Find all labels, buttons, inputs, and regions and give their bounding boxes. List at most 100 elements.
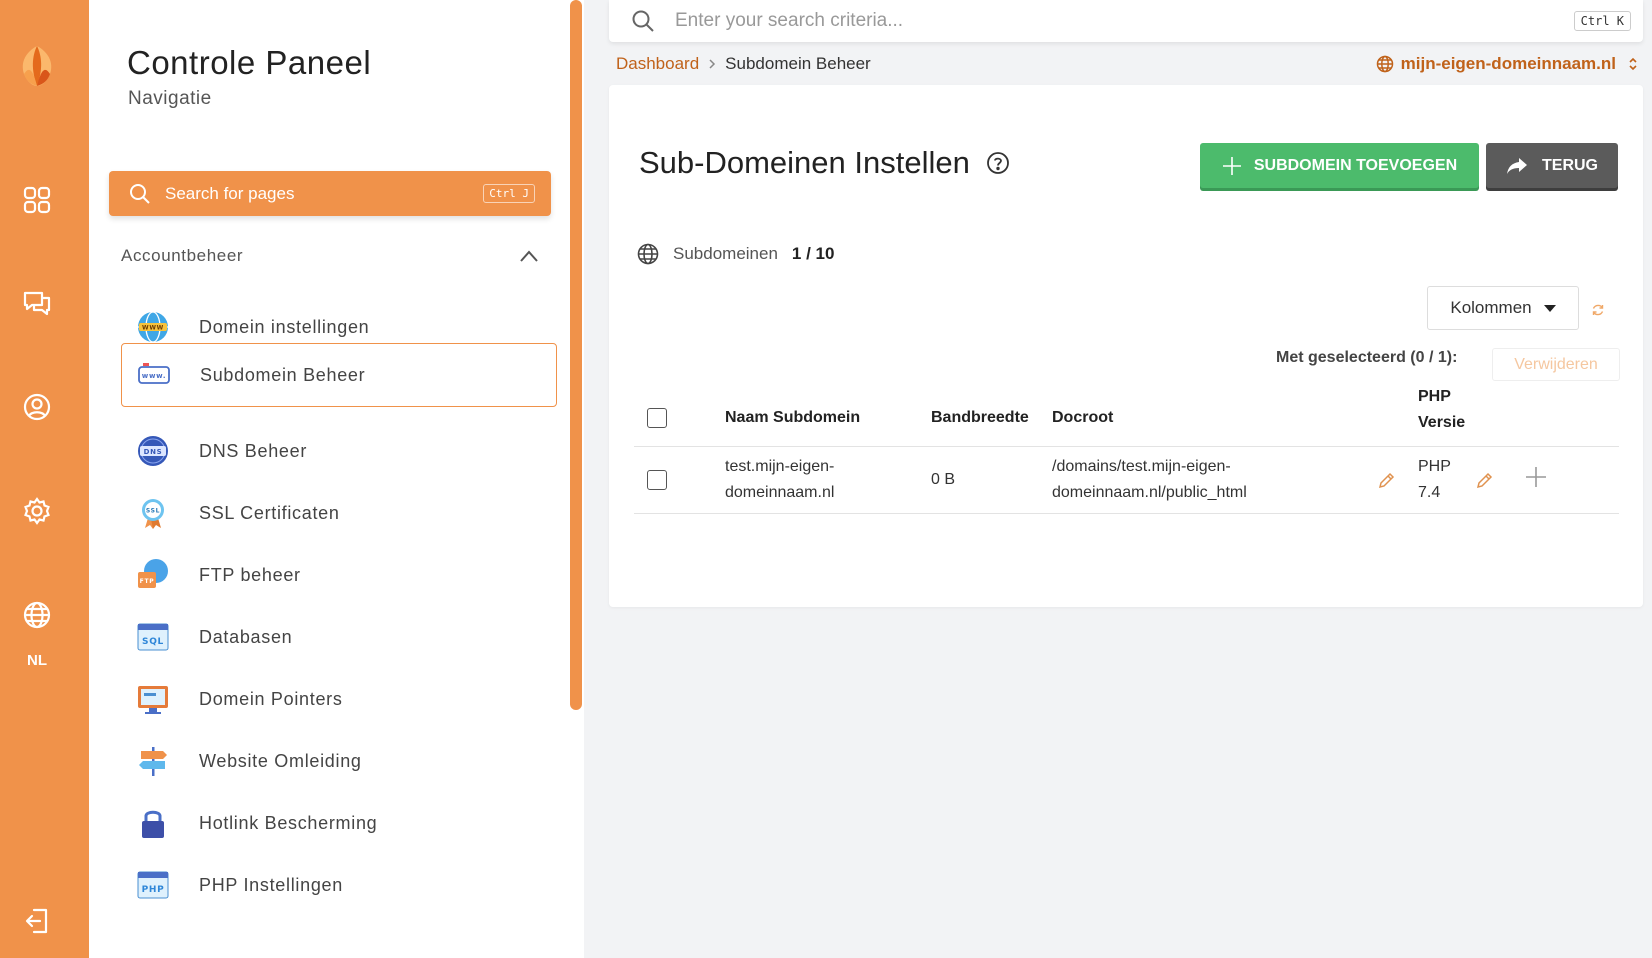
page-search-shortcut: Ctrl J [483,184,535,203]
nav-scrollbar[interactable] [570,0,582,710]
back-button[interactable]: TERUG [1486,143,1618,188]
breadcrumb: Dashboard Subdomein Beheer [616,54,871,74]
page-search-input[interactable]: Search for pages Ctrl J [109,171,551,216]
edit-docroot-pencil-icon[interactable] [1377,472,1395,490]
global-search-placeholder: Enter your search criteria... [675,10,904,31]
svg-text:www.: www. [142,372,166,380]
breadcrumb-current: Subdomein Beheer [725,54,871,73]
row-checkbox[interactable] [647,470,667,490]
row-plus-icon[interactable] [1525,466,1547,488]
updown-chevron-icon [1629,57,1637,71]
nav-item-label: Website Omleiding [199,750,362,771]
nav-item-php-instellingen[interactable]: PHP PHP Instellingen [121,852,557,918]
chevron-right-icon [709,59,716,69]
page-search-placeholder: Search for pages [165,183,295,203]
svg-text:SSL: SSL [146,508,160,515]
back-label: TERUG [1542,156,1598,174]
delete-button[interactable]: Verwijderen [1492,348,1620,381]
domain-selector-value: mijn-eigen-domeinnaam.nl [1400,54,1616,73]
row-php-version-line1: PHP [1418,458,1451,475]
select-all-checkbox[interactable] [647,408,667,428]
page-title: Sub-Domeinen Instellen [639,145,970,180]
nav-item-subdomein-beheer[interactable]: www. Subdomein Beheer [121,343,557,407]
nav-title: Controle Paneel [127,44,372,81]
global-search-input[interactable]: Enter your search criteria... Ctrl K [609,0,1643,42]
domain-selector[interactable]: mijn-eigen-domeinnaam.nl [1376,54,1638,74]
svg-text:WWW: WWW [142,325,164,332]
dashboard-icon[interactable] [22,185,52,215]
col-php-header-line1: PHP [1418,388,1451,405]
count-value: 1 / 10 [791,244,835,263]
selected-label: Met geselecteerd (0 / 1): [1276,349,1458,366]
nav-item-label: Domein instellingen [199,316,370,337]
plus-icon [1222,156,1241,175]
columns-dropdown[interactable]: Kolommen [1427,286,1579,330]
caret-down-icon [1543,304,1556,312]
nav-item-domein-pointers[interactable]: Domein Pointers [121,666,557,732]
language-label[interactable]: NL [0,652,74,669]
global-search-shortcut: Ctrl K [1573,11,1631,31]
nav-item-dns-beheer[interactable]: DNS DNS Beheer [121,418,557,484]
nav-item-label: Hotlink Bescherming [199,812,378,833]
lock-icon [142,810,164,838]
ftp-icon: FTP [138,559,168,588]
col-php-header-line2: Versie [1418,414,1466,431]
nav-item-hotlink-bescherming[interactable]: Hotlink Bescherming [121,790,557,856]
nav-item-label: Databasen [199,626,293,647]
add-subdomain-button[interactable]: SUBDOMEIN TOEVOEGEN [1200,143,1479,188]
col-bandwidth-header[interactable]: Bandbreedte [931,409,1029,427]
nav-item-label: Subdomein Beheer [200,364,366,385]
col-php-header[interactable]: PHP Versie [1418,384,1465,436]
add-subdomain-label: SUBDOMEIN TOEVOEGEN [1253,156,1458,174]
logout-icon[interactable] [22,906,52,936]
row-docroot-line1: /domains/test.mijn-eigen- [1052,458,1231,475]
section-accountbeheer[interactable]: Accountbeheer [121,246,539,266]
user-icon[interactable] [22,392,52,422]
row-php-version-line2: 7.4 [1418,484,1441,501]
globe-icon[interactable] [22,600,52,630]
dns-icon: DNS [138,436,168,466]
nav-item-website-omleiding[interactable]: Website Omleiding [121,728,557,794]
settings-icon[interactable] [22,496,52,526]
row-subdomain-name[interactable]: test.mijn-eigen- domeinnaam.nl [725,454,834,506]
svg-text:PHP: PHP [142,885,165,895]
svg-text:SQL: SQL [142,637,164,647]
share-arrow-icon [1507,157,1527,174]
subdomain-icon: www. [138,363,170,384]
signpost-icon [139,747,167,776]
subdomain-card: Sub-Domeinen Instellen SUBDOMEIN TOEVOEG… [609,85,1643,607]
svg-text:DNS: DNS [144,448,163,456]
www-globe-icon: WWW [138,311,168,343]
edit-php-pencil-icon[interactable] [1475,472,1493,490]
nav-item-label: Domein Pointers [199,688,343,709]
refresh-icon[interactable] [1591,303,1605,317]
row-docroot-line2: domeinnaam.nl/public_html [1052,484,1247,501]
logo-icon[interactable] [14,42,60,88]
globe-icon [1376,55,1393,73]
row-bandwidth: 0 B [931,471,956,488]
nav-item-label: FTP beheer [199,564,301,585]
table-row: test.mijn-eigen- domeinnaam.nl 0 B /doma… [634,447,1619,514]
nav-item-databasen[interactable]: SQL Databasen [121,604,557,670]
search-icon [632,10,654,32]
svg-text:FTP: FTP [140,578,155,585]
sql-icon: SQL [137,623,169,651]
row-subdomain-name-line2: domeinnaam.nl [725,484,835,501]
nav-item-ftp-beheer[interactable]: FTP FTP beheer [121,542,557,608]
table-header: Naam Subdomein Bandbreedte Docroot PHP V… [634,388,1619,447]
breadcrumb-dashboard-link[interactable]: Dashboard [616,54,699,74]
chat-icon[interactable] [22,288,52,318]
help-icon[interactable] [986,151,1010,175]
col-name-header[interactable]: Naam Subdomein [725,409,860,427]
ssl-badge-icon: SSL [142,499,164,529]
monitor-icon [138,686,168,714]
row-docroot: /domains/test.mijn-eigen- domeinnaam.nl/… [1052,454,1247,506]
section-label: Accountbeheer [121,246,244,265]
nav-item-ssl-certificaten[interactable]: SSL SSL Certificaten [121,480,557,546]
navigation-panel: Controle Paneel Navigatie Search for pag… [89,0,584,958]
nav-item-label: DNS Beheer [199,440,308,461]
php-icon: PHP [137,871,169,899]
row-subdomain-name-line1: test.mijn-eigen- [725,458,835,475]
col-docroot-header[interactable]: Docroot [1052,409,1113,427]
chevron-up-icon[interactable] [519,249,539,263]
